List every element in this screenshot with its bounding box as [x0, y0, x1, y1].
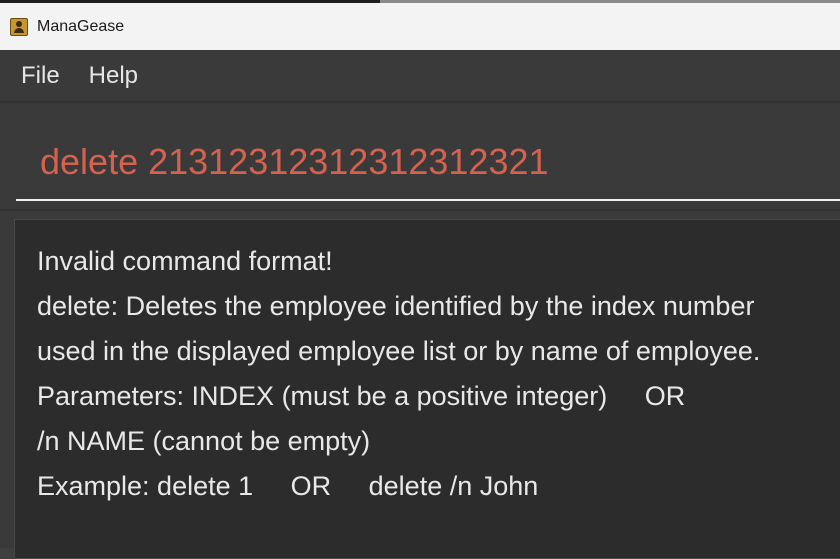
result-line: Example: delete 1 OR delete /n John — [37, 471, 539, 501]
command-area: delete 21312312312312312321 — [0, 103, 840, 211]
menu-bar: File Help — [0, 50, 840, 103]
address-book-icon — [10, 18, 28, 36]
result-line: Parameters: INDEX (must be a positive in… — [37, 381, 686, 411]
window-title: ManaGease — [37, 18, 125, 35]
result-line: used in the displayed employee list or b… — [37, 336, 761, 366]
command-input-text[interactable]: delete 21312312312312312321 — [40, 141, 549, 183]
top-strip-dark — [0, 0, 380, 3]
result-display[interactable]: Invalid command format! delete: Deletes … — [14, 219, 840, 559]
menu-help[interactable]: Help — [89, 62, 138, 90]
result-area: Invalid command format! delete: Deletes … — [0, 211, 840, 559]
result-line: delete: Deletes the employee identified … — [37, 291, 755, 321]
result-lines: Invalid command format! delete: Deletes … — [37, 239, 760, 509]
result-line: Invalid command format! — [37, 246, 333, 276]
command-input[interactable]: delete 21312312312312312321 — [16, 125, 840, 201]
menu-file[interactable]: File — [21, 62, 60, 90]
title-bar: ManaGease — [0, 4, 840, 50]
top-strip-light — [380, 0, 840, 3]
result-line: /n NAME (cannot be empty) — [37, 426, 371, 456]
